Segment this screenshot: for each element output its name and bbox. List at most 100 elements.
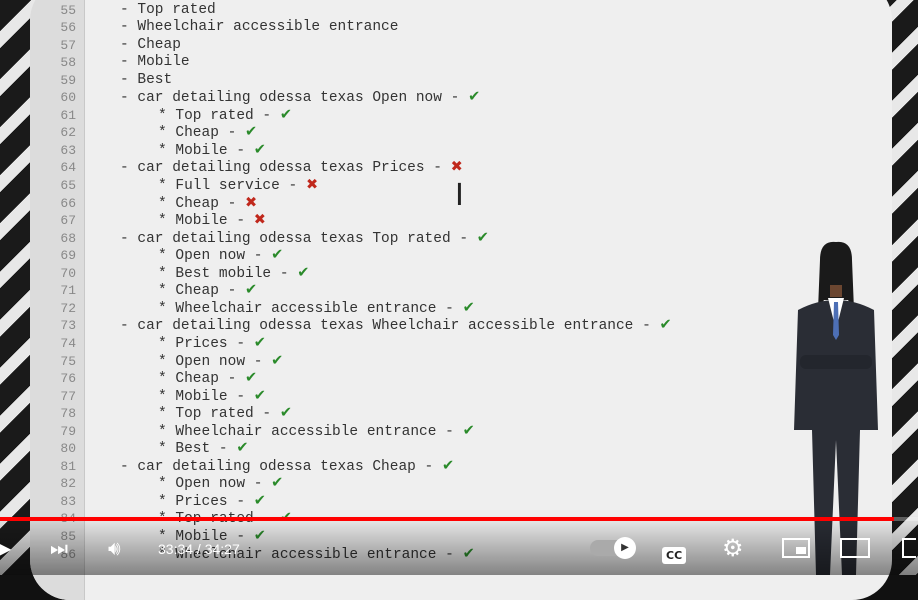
line-content: * Cheap -: [158, 125, 246, 142]
cross-icon: ✖: [305, 177, 319, 193]
check-icon: ✔: [271, 352, 284, 369]
line-text: * Open now - ✔: [158, 247, 283, 266]
check-icon: ✔: [245, 124, 258, 141]
line-content: * Mobile -: [158, 142, 254, 159]
line-text: - Best: [120, 72, 172, 90]
line-text: - Cheap: [120, 37, 181, 55]
line-number: 64: [60, 160, 76, 176]
line-content: - Top rated: [120, 1, 216, 18]
check-icon: ✔: [253, 141, 266, 158]
line-text: * Mobile - ✖: [158, 212, 266, 231]
line-number: 83: [60, 493, 76, 509]
next-icon[interactable]: ⏭: [50, 536, 68, 560]
line-number: 65: [60, 178, 76, 193]
line-content: - car detailing odessa texas Cheap -: [120, 458, 442, 475]
line-text: * Mobile - ✔: [158, 142, 266, 161]
line-content: * Mobile -: [158, 213, 254, 230]
line-text: * Wheelchair accessible entrance - ✔: [158, 300, 475, 319]
progress-bar[interactable]: [0, 517, 918, 521]
code-editor: 55 - Top rated 56 - Wheelchair accessible e…: [30, 0, 892, 600]
line-number: 60: [60, 90, 76, 106]
line-number: 58: [60, 55, 76, 71]
line-text: * Cheap - ✔: [158, 124, 257, 143]
line-text: - car detailing odessa texas Wheelchair …: [120, 317, 672, 336]
line-number: 80: [60, 441, 76, 457]
line-content: * Mobile -: [158, 388, 254, 405]
check-icon: ✔: [297, 264, 310, 281]
line-content: * Open now -: [158, 476, 272, 493]
line-content: * Cheap -: [158, 195, 246, 212]
line-text: * Prices - ✔: [158, 335, 266, 354]
line-number: 66: [60, 195, 76, 211]
line-text: * Wheelchair accessible entrance - ✔: [158, 423, 475, 442]
line-text: - car detailing odessa texas Open now - …: [120, 89, 480, 108]
progress-fill: [0, 517, 895, 521]
cross-icon: ✖: [245, 194, 258, 211]
line-content: * Prices -: [158, 493, 254, 510]
line-text: - Top rated: [120, 2, 216, 20]
autoplay-toggle[interactable]: ▶: [590, 537, 636, 559]
check-icon: ✔: [253, 387, 266, 404]
line-text: * Cheap - ✔: [158, 370, 257, 389]
line-number: 72: [60, 300, 76, 316]
line-content: * Top rated -: [158, 107, 280, 124]
check-icon: ✔: [462, 422, 475, 439]
line-content: * Best -: [158, 441, 237, 458]
line-content: - Cheap: [120, 36, 181, 53]
player-controls: [0, 515, 918, 575]
check-icon: ✔: [271, 475, 284, 492]
line-number: 74: [60, 335, 76, 351]
line-content: * Prices -: [158, 335, 254, 352]
line-content: - car detailing odessa texas Open now -: [120, 90, 469, 107]
line-number: 57: [60, 37, 76, 53]
theater-mode-icon[interactable]: [840, 538, 870, 558]
line-content: * Open now -: [158, 248, 272, 265]
text-cursor-icon: I: [455, 178, 464, 213]
line-text: * Full service - ✖: [158, 177, 318, 196]
settings-gear-icon[interactable]: ⚙: [722, 534, 744, 562]
play-icon[interactable]: ▶: [0, 536, 11, 560]
volume-icon[interactable]: 🔊︎: [108, 536, 121, 560]
line-content: - car detailing odessa texas Top rated -: [120, 230, 477, 247]
miniplayer-icon[interactable]: [782, 538, 810, 558]
check-icon: ✔: [462, 299, 475, 316]
cross-icon: ✖: [450, 159, 463, 176]
line-number: 61: [60, 107, 76, 123]
line-content: * Cheap -: [158, 283, 246, 300]
line-text: - car detailing odessa texas Top rated -…: [120, 230, 489, 249]
fullscreen-icon[interactable]: [902, 538, 916, 558]
line-content: - car detailing odessa texas Prices -: [120, 160, 451, 177]
line-number: 70: [60, 265, 76, 281]
line-number: 56: [60, 20, 76, 36]
check-icon: ✔: [245, 370, 258, 387]
line-number: 76: [60, 371, 76, 387]
line-text: - Mobile: [120, 54, 190, 72]
line-text: - car detailing odessa texas Prices - ✖: [120, 159, 463, 178]
line-number: 67: [60, 213, 76, 229]
line-text: - Wheelchair accessible entrance: [120, 19, 398, 37]
line-content: - car detailing odessa texas Wheelchair …: [120, 318, 660, 335]
line-text: * Prices - ✔: [158, 493, 266, 512]
check-icon: ✔: [245, 282, 258, 299]
line-content: * Open now -: [158, 353, 272, 370]
line-text: * Top rated - ✔: [158, 107, 292, 126]
line-number: 62: [60, 125, 76, 141]
line-number: 63: [60, 142, 76, 158]
line-content: * Wheelchair accessible entrance -: [158, 423, 463, 440]
check-icon: ✔: [441, 457, 455, 474]
line-text: * Cheap - ✖: [158, 195, 257, 214]
cc-button[interactable]: CC: [662, 540, 687, 564]
line-text: * Open now - ✔: [158, 353, 283, 372]
check-icon: ✔: [279, 405, 292, 422]
line-number: 68: [60, 230, 76, 246]
line-number: 69: [60, 248, 76, 264]
line-content: * Wheelchair accessible entrance -: [158, 300, 463, 317]
line-content: * Cheap -: [158, 371, 246, 388]
line-content: * Full service -: [158, 178, 306, 194]
check-icon: ✔: [253, 492, 266, 509]
line-number: 71: [60, 283, 76, 299]
line-text: - car detailing odessa texas Cheap - ✔: [120, 458, 454, 477]
time-display: 33:34 / 34:27: [158, 541, 240, 557]
line-content: - Best: [120, 71, 173, 88]
line-number: 55: [60, 2, 76, 18]
